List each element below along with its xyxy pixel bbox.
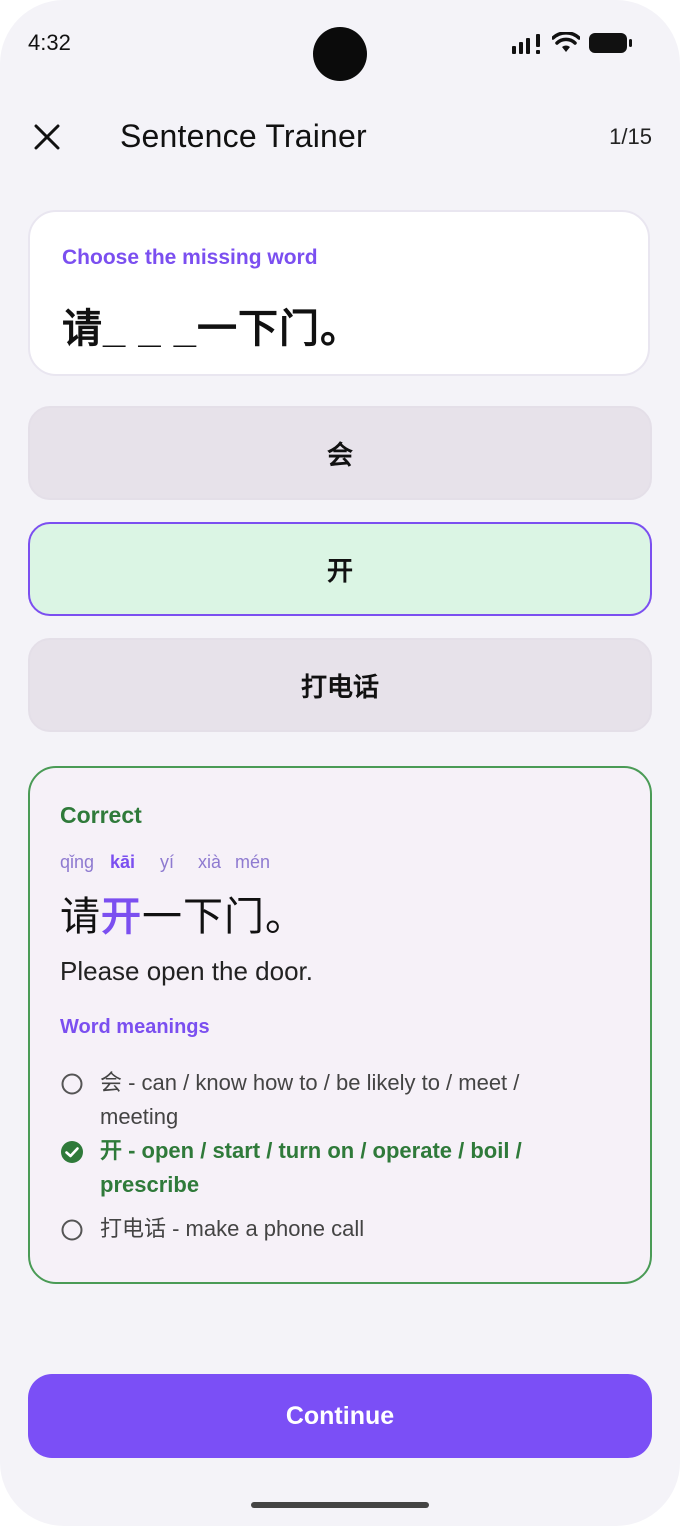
meaning-item: 会 - can / know how to / be likely to / m… [60, 1066, 620, 1134]
page-title: Sentence Trainer [120, 118, 367, 154]
continue-button[interactable]: Continue [28, 1374, 652, 1458]
wifi-icon [552, 32, 580, 52]
option-button[interactable]: 会 [28, 406, 652, 500]
camera-cutout [313, 27, 367, 81]
close-icon [34, 124, 60, 150]
signal-icon [512, 34, 540, 54]
app-header: Sentence Trainer 1/15 [0, 110, 680, 166]
option-button[interactable]: 打电话 [28, 638, 652, 732]
radio-empty-icon [61, 1219, 83, 1241]
option-button-selected[interactable]: 开 [28, 522, 652, 616]
question-sentence: 请_ _ _一下门。 [62, 307, 361, 351]
feedback-status: Correct [60, 802, 142, 828]
status-bar: 4:32 [0, 0, 680, 90]
phone-screen: 4:32 Sentence Trainer 1/15 Choose the mi… [0, 0, 680, 1526]
pinyin-syllable: qǐng [60, 852, 95, 872]
battery-icon [589, 33, 632, 53]
close-button[interactable] [30, 120, 64, 154]
pinyin-syllable-highlighted: kāi [110, 852, 136, 872]
pinyin-syllable: yí [160, 852, 175, 872]
translation: Please open the door. [60, 956, 313, 986]
pinyin-syllable: xià [198, 852, 222, 872]
home-indicator[interactable] [251, 1502, 429, 1508]
meaning-text: 开 - open / start / turn on / operate / b… [100, 1138, 522, 1197]
word-meanings-title: Word meanings [60, 1016, 210, 1038]
feedback-card: Correct qǐng kāi yí xià mén 请开一下门。 Pleas… [28, 766, 652, 1284]
meaning-item-correct: 开 - open / start / turn on / operate / b… [60, 1134, 620, 1202]
answer-sentence: 请开一下门。 [60, 884, 306, 942]
sentence-part: 请 [60, 895, 101, 939]
check-circle-icon [61, 1141, 83, 1163]
question-prompt: Choose the missing word [62, 246, 318, 269]
pinyin-row: qǐng kāi yí xià mén [60, 852, 270, 873]
sentence-highlight: 开 [101, 895, 142, 939]
status-time: 4:32 [28, 30, 71, 55]
pinyin-syllable: mén [235, 852, 271, 872]
sentence-part: 一下门。 [142, 895, 306, 939]
question-card: Choose the missing word 请_ _ _一下门。 [28, 210, 650, 376]
meaning-text: 打电话 - make a phone call [100, 1216, 365, 1241]
meaning-item: 打电话 - make a phone call [60, 1212, 620, 1246]
status-icons [512, 32, 634, 54]
progress-counter: 1/15 [609, 124, 652, 149]
meaning-text: 会 - can / know how to / be likely to / m… [100, 1070, 520, 1129]
radio-empty-icon [61, 1073, 83, 1095]
